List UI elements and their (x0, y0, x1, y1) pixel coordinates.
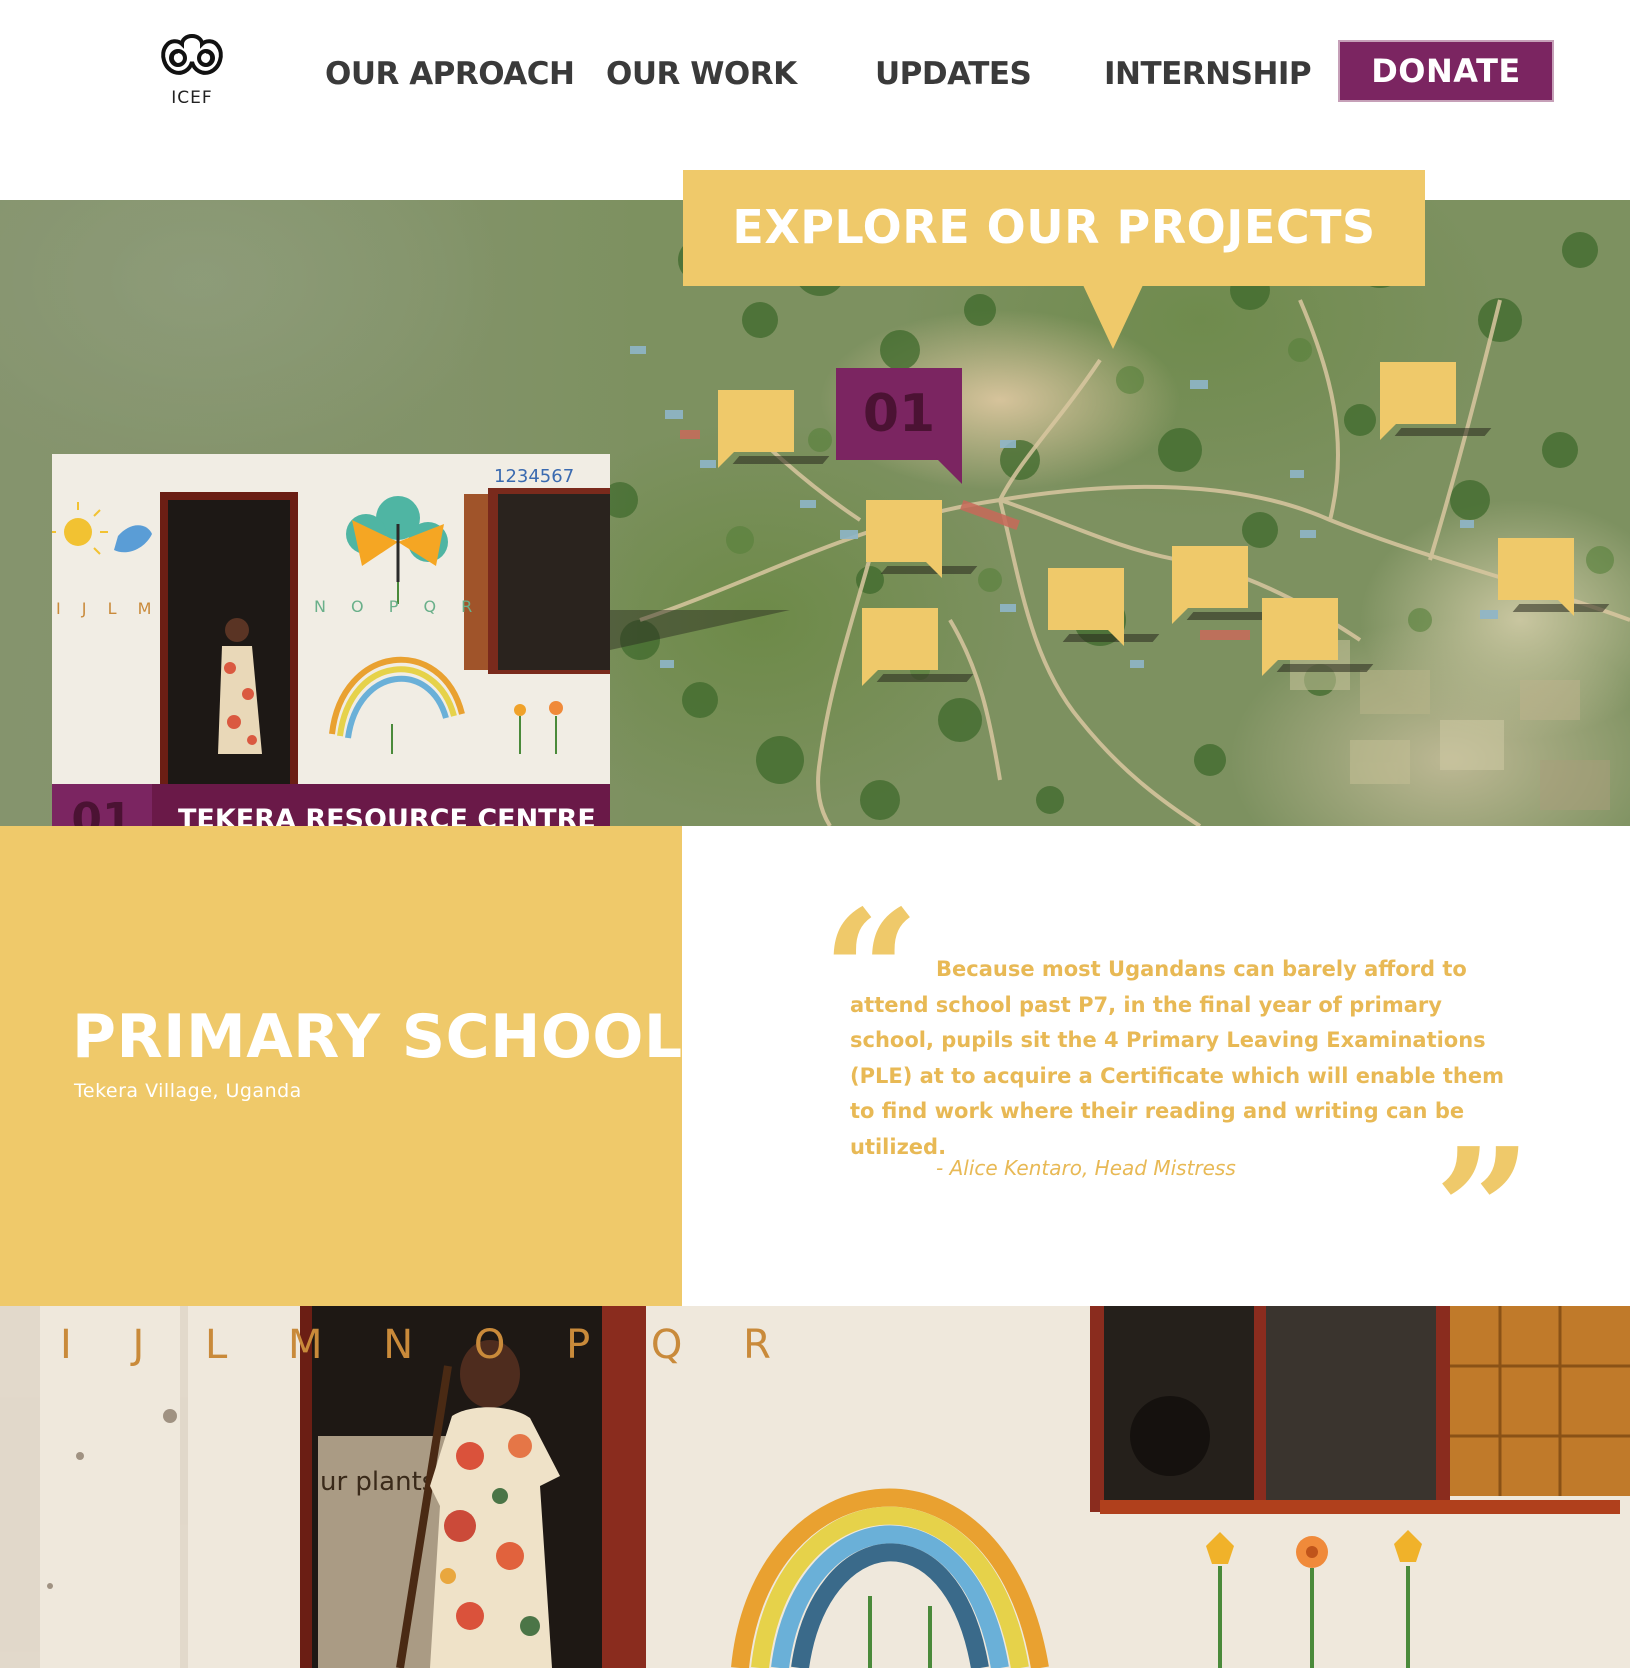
quote-close-icon: ” (1434, 1111, 1532, 1311)
marker-tail (936, 458, 962, 484)
wall-letters-right: N O P Q R (314, 597, 482, 616)
nav-our-work[interactable]: OUR WORK (606, 56, 797, 92)
nav-updates[interactable]: UPDATES (875, 56, 1032, 92)
project-title[interactable]: TEKERA RESOURCE CENTRE (178, 804, 596, 826)
school-title: PRIMARY SCHOOL (72, 1002, 683, 1072)
school-panel: PRIMARY SCHOOL Tekera Village, Uganda (0, 826, 682, 1306)
school-location: Tekera Village, Uganda (74, 1080, 302, 1102)
project-number-box: 01 (52, 784, 152, 826)
classroom-poster-text: ur plants (320, 1467, 435, 1497)
quote-panel: “ Because most Ugandans can barely affor… (682, 826, 1630, 1306)
project-card-bar: 01 TEKERA RESOURCE CENTRE (52, 784, 610, 826)
project-card[interactable]: 1234567 I J L M N O P Q R 01 TEKERA RESO… (52, 454, 610, 826)
marker-number: 01 (862, 384, 936, 444)
quote-text: Because most Ugandans can barely afford … (850, 957, 1504, 1159)
quote-author: - Alice Kentaro, Head Mistress (936, 1156, 1236, 1180)
wall-letters: I J L M N O P Q R (60, 1322, 795, 1368)
donate-button[interactable]: DONATE (1338, 40, 1554, 102)
logo-text: ICEF (171, 88, 213, 108)
explore-banner: EXPLORE OUR PROJECTS (683, 170, 1425, 286)
project-number: 01 (71, 794, 133, 826)
wall-letters-left: I J L M (56, 599, 159, 618)
explore-banner-tail (1083, 285, 1143, 349)
project-card-photo: 1234567 I J L M N O P Q R (52, 454, 610, 784)
explore-heading: EXPLORE OUR PROJECTS (732, 200, 1376, 254)
nav-internship[interactable]: INTERNSHIP (1104, 56, 1312, 92)
wall-digits: 1234567 (494, 466, 574, 487)
icef-logo-icon[interactable]: ICEF (152, 30, 232, 110)
school-wall-photo: ur plants I J L M N O P Q R (0, 1306, 1630, 1668)
nav-our-approach[interactable]: OUR APROACH (325, 56, 575, 92)
school-wall-illustration: ur plants I J L M N O P Q R (0, 1306, 1630, 1668)
projects-map[interactable]: 01 1234567 I J L M N O P Q R 01 TEKERA R… (0, 200, 1630, 826)
card-connector (610, 610, 790, 650)
